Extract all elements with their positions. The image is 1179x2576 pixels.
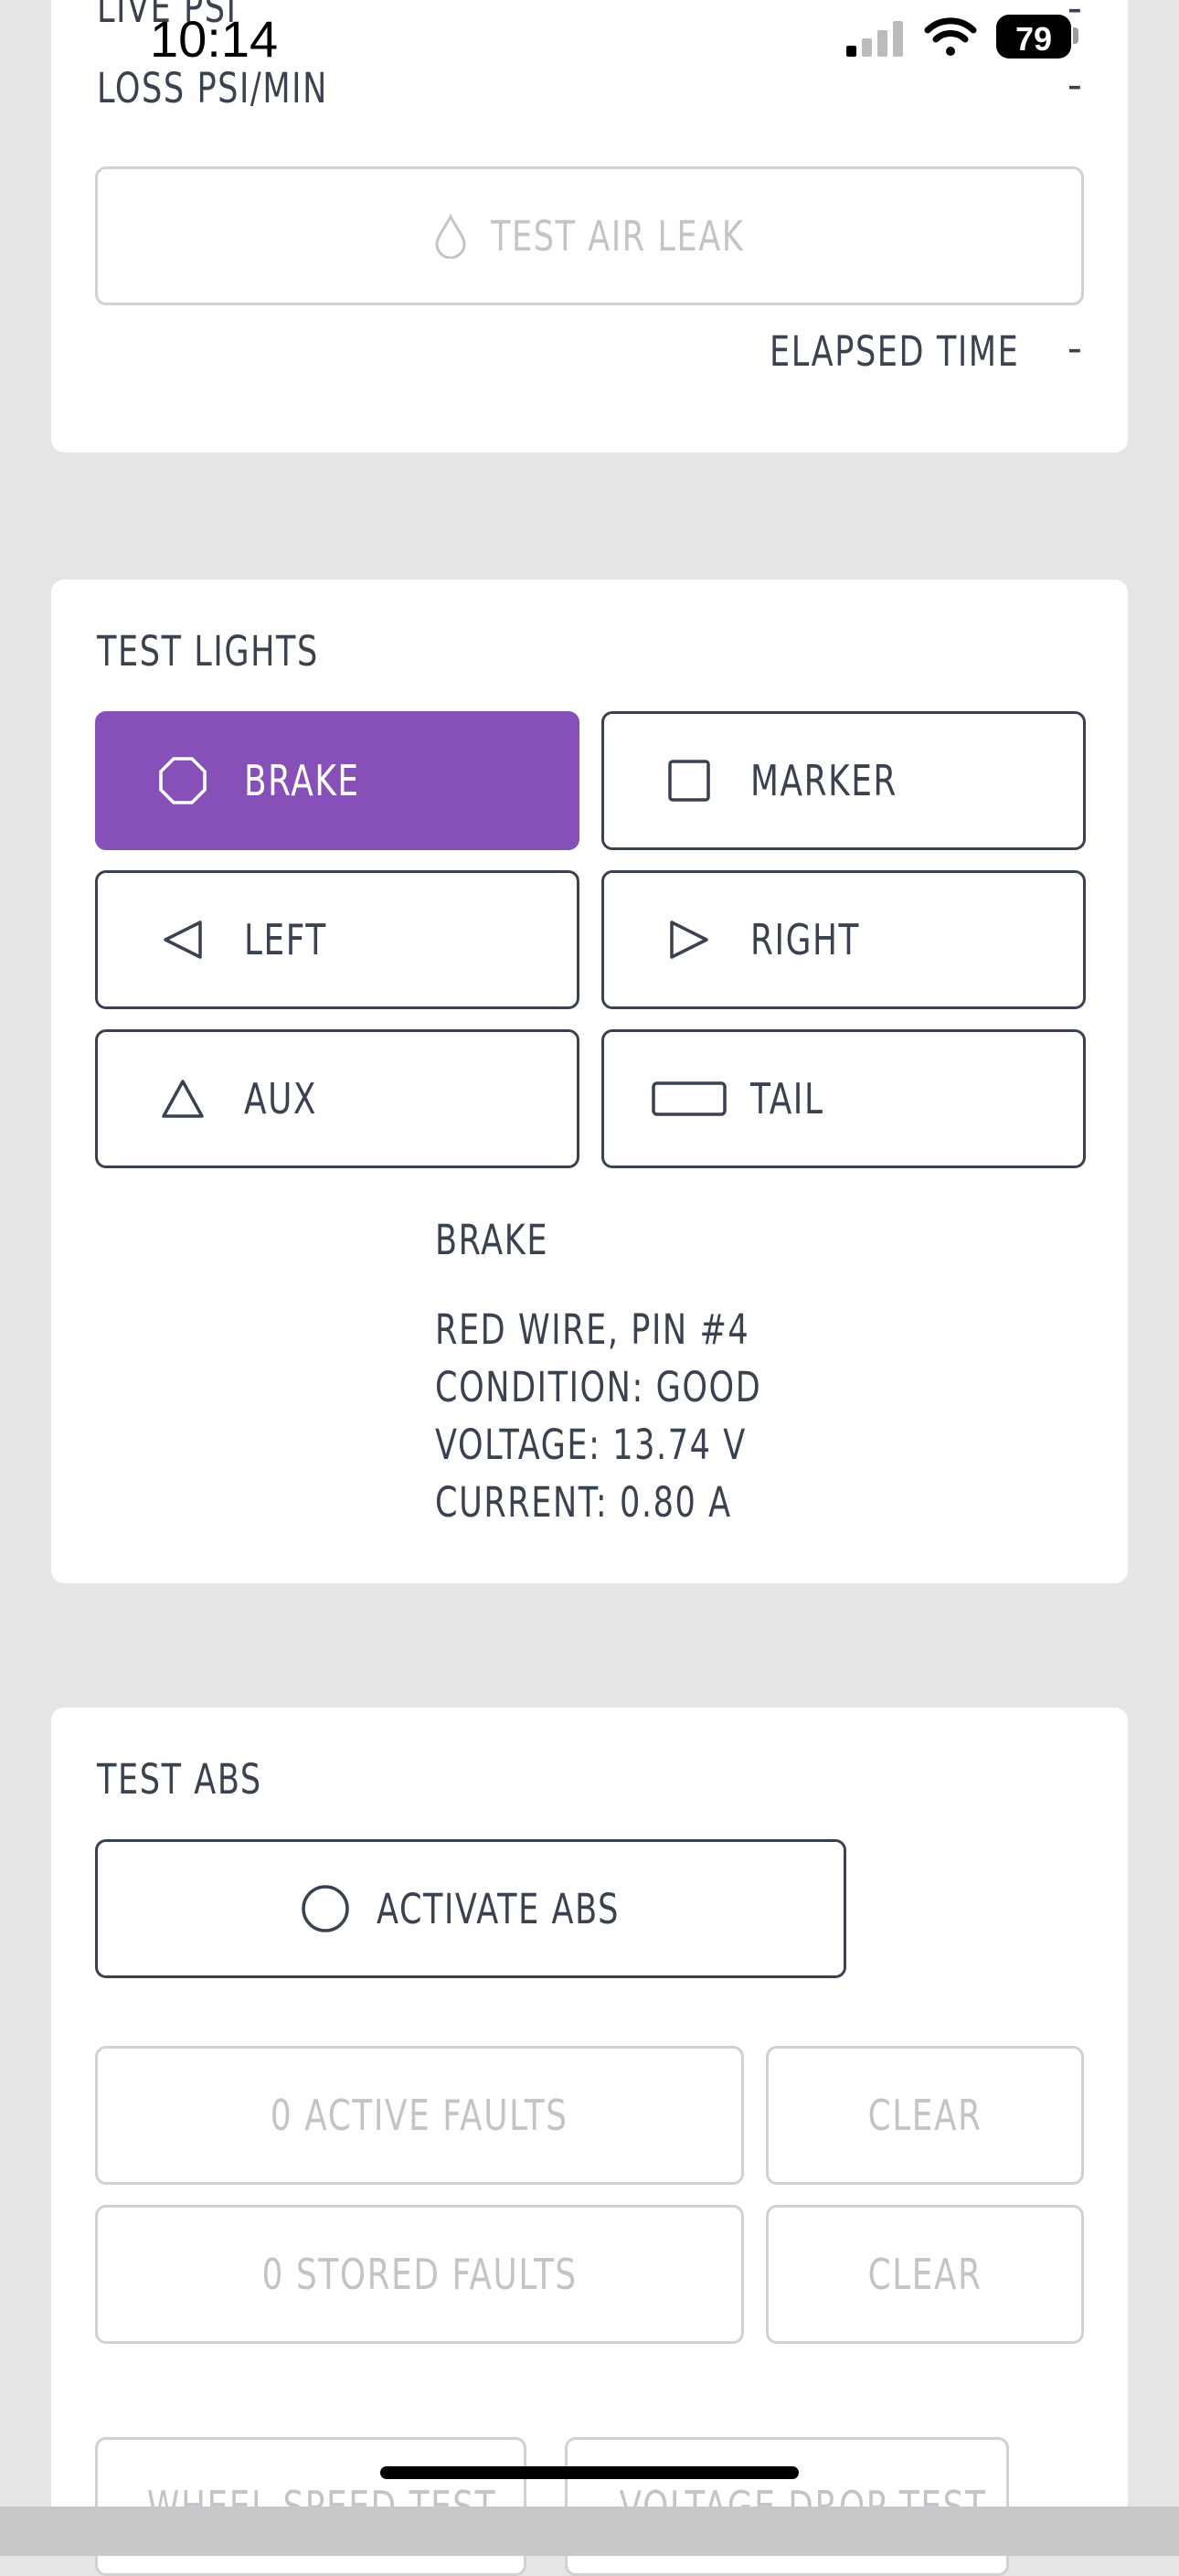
light-button-aux[interactable]: AUX	[95, 1029, 579, 1168]
drop-icon	[432, 213, 469, 259]
test-abs-title: TEST ABS	[97, 1755, 262, 1804]
light-detail-condition: CONDITION: GOOD	[435, 1363, 762, 1411]
battery-level: 79	[1014, 20, 1053, 58]
loss-psi-value: -	[1067, 60, 1082, 109]
light-button-right[interactable]: RIGHT	[601, 870, 1086, 1009]
triangle-up-icon	[158, 1074, 207, 1123]
light-button-label: MARKER	[750, 756, 898, 805]
clear-label: CLEAR	[867, 2250, 982, 2299]
active-faults-button[interactable]: 0 ACTIVE FAULTS	[95, 2046, 744, 2185]
test-abs-card: TEST ABS ACTIVATE ABS 0 ACTIVE FAULTS CL…	[51, 1708, 1128, 2576]
light-detail-name: BRAKE	[435, 1216, 549, 1264]
stored-faults-button[interactable]: 0 STORED FAULTS	[95, 2205, 744, 2344]
light-detail-voltage: VOLTAGE: 13.74 V	[435, 1421, 747, 1469]
clear-label: CLEAR	[867, 2091, 982, 2140]
octagon-icon	[158, 756, 207, 805]
light-button-label: AUX	[244, 1074, 318, 1123]
light-button-brake[interactable]: BRAKE	[95, 711, 579, 850]
activate-abs-button[interactable]: ACTIVATE ABS	[95, 1839, 846, 1978]
loss-psi-label: LOSS PSI/MIN	[97, 64, 328, 112]
test-air-leak-button[interactable]: TEST AIR LEAK	[95, 166, 1084, 305]
rectangle-icon	[650, 1074, 728, 1123]
triangle-left-icon	[158, 915, 207, 964]
test-air-leak-label: TEST AIR LEAK	[491, 211, 745, 261]
light-button-left[interactable]: LEFT	[95, 870, 579, 1009]
status-time: 10:14	[150, 10, 279, 68]
light-button-marker[interactable]: MARKER	[601, 711, 1086, 850]
light-button-tail[interactable]: TAIL	[601, 1029, 1086, 1168]
active-faults-label: 0 ACTIVE FAULTS	[271, 2091, 568, 2140]
elapsed-time-label: ELAPSED TIME	[770, 327, 1020, 376]
test-lights-card: TEST LIGHTS BRAKE MARKER LEFT RIGHT AUX	[51, 580, 1128, 1583]
test-lights-title: TEST LIGHTS	[97, 627, 319, 676]
clear-active-faults-button[interactable]: CLEAR	[766, 2046, 1084, 2185]
light-detail-current: CURRENT: 0.80 A	[435, 1478, 732, 1527]
battery-icon: 79	[996, 15, 1071, 59]
square-icon	[664, 756, 714, 805]
bottom-bar	[0, 2507, 1179, 2556]
wifi-icon	[923, 16, 978, 59]
light-button-label: LEFT	[244, 915, 327, 964]
light-detail-wire: RED WIRE, PIN #4	[435, 1305, 750, 1354]
battery-tip	[1073, 27, 1078, 44]
elapsed-time-value: -	[1067, 324, 1082, 372]
cellular-signal-icon	[844, 18, 908, 59]
light-button-label: TAIL	[750, 1074, 824, 1123]
triangle-right-icon	[664, 915, 714, 964]
light-button-label: BRAKE	[244, 756, 360, 805]
light-button-label: RIGHT	[750, 915, 861, 964]
activate-abs-label: ACTIVATE ABS	[377, 1884, 621, 1933]
clear-stored-faults-button[interactable]: CLEAR	[766, 2205, 1084, 2344]
home-indicator[interactable]	[380, 2466, 799, 2479]
circle-icon	[300, 1883, 351, 1934]
stored-faults-label: 0 STORED FAULTS	[261, 2250, 578, 2299]
